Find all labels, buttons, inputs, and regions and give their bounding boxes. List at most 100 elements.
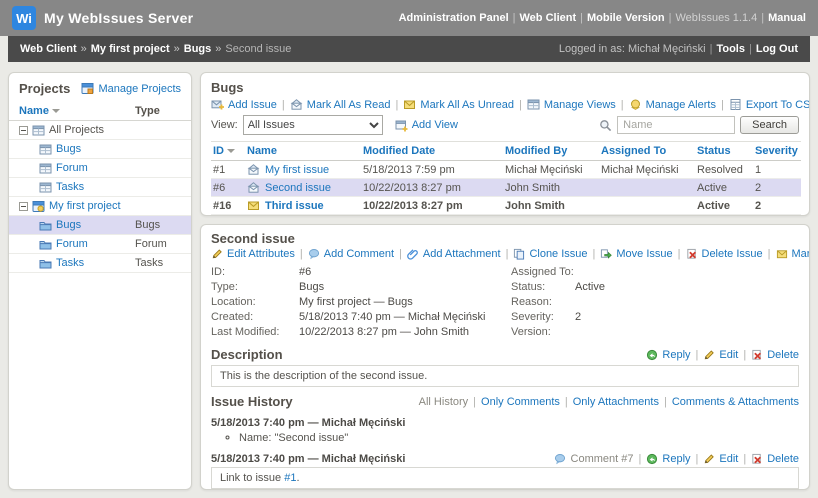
view-icon [39,162,52,175]
attr-label: ID: [211,265,299,280]
reply-button[interactable]: Reply [646,453,690,465]
add-issue-button[interactable]: Add Issue [211,98,277,111]
history-entry: 5/18/2013 7:40 pm — Michał Męciński Name… [201,411,809,445]
nav-mobile-version[interactable]: Mobile Version [587,12,665,24]
tree-item-global-tasks[interactable]: Tasks [9,178,191,197]
mark-read-icon [290,98,303,111]
issue-toolbar: Edit Attributes| Add Comment| Add Attach… [201,246,809,262]
col-modified-date[interactable]: Modified Date [361,142,503,161]
views-root-icon [32,124,45,137]
read-issue-icon [247,181,260,194]
crumb-project[interactable]: My first project [91,43,170,55]
history-entry-header: 5/18/2013 7:40 pm — Michał Męciński [211,453,405,465]
history-entry: 5/18/2013 7:40 pm — Michał Męciński Comm… [201,447,809,489]
folder-icon [39,257,52,270]
sort-desc-icon [227,149,235,153]
manage-projects-link[interactable]: Manage Projects [81,82,181,95]
manage-views-button[interactable]: Manage Views [527,98,616,111]
issue-row-unread[interactable]: #16 Third issue 10/22/2013 8:27 pm John … [211,197,801,215]
comment-text: Link to issue #1. [211,467,799,489]
mark-all-read-button[interactable]: Mark All As Read [290,98,391,111]
attr-value: 5/18/2013 7:40 pm — Michał Męciński [299,310,485,325]
bugs-list-panel: Bugs Add Issue| Mark All As Read| Mark A… [200,72,810,216]
mark-all-unread-button[interactable]: Mark All As Unread [403,98,514,111]
tree-item-my-first-project[interactable]: My first project [9,197,191,216]
attr-label: Last Modified: [211,325,299,340]
reply-button[interactable]: Reply [646,349,690,361]
delete-button[interactable]: Delete [751,349,799,361]
clone-issue-button[interactable]: Clone Issue [513,248,587,260]
issue-link[interactable]: Second issue [265,182,331,194]
col-assigned-to[interactable]: Assigned To [599,142,695,161]
mark-unread-icon [403,98,416,111]
export-csv-button[interactable]: Export To CSV [729,98,810,111]
delete-issue-button[interactable]: Delete Issue [686,248,763,260]
logout-link[interactable]: Log Out [756,43,798,55]
search-box: Search [599,116,799,134]
issue-row-selected[interactable]: #6 Second issue 10/22/2013 8:27 pm John … [211,179,801,197]
tree-item-project-bugs[interactable]: Bugs Bugs [9,216,191,235]
issue-ref-link[interactable]: #1 [284,472,296,484]
add-comment-button[interactable]: Add Comment [308,248,394,260]
nav-manual[interactable]: Manual [768,12,806,24]
col-status[interactable]: Status [695,142,753,161]
tree-item-global-bugs[interactable]: Bugs [9,140,191,159]
tree-item-all-projects[interactable]: All Projects [9,121,191,140]
tree-item-project-forum[interactable]: Forum Forum [9,235,191,254]
collapse-icon[interactable] [19,202,28,211]
comment-label: Comment #7 [554,453,634,465]
col-modified-by[interactable]: Modified By [503,142,599,161]
tree-item-global-forum[interactable]: Forum [9,159,191,178]
edit-attributes-button[interactable]: Edit Attributes [211,248,295,260]
read-issue-icon [247,163,260,176]
delete-button[interactable]: Delete [751,453,799,465]
filter-comments-attachments[interactable]: Comments & Attachments [672,396,799,408]
webissues-logo: Wi [12,6,36,30]
manage-alerts-icon [629,98,642,111]
col-id[interactable]: ID [211,142,245,161]
search-button[interactable]: Search [740,116,799,134]
view-select[interactable]: All Issues [243,115,383,135]
view-filter-row: View: All Issues Add View Search [201,113,809,141]
filter-only-attachments[interactable]: Only Attachments [573,396,659,408]
move-issue-icon [600,248,612,260]
issue-link[interactable]: Third issue [265,200,324,212]
folder-icon [39,219,52,232]
col-name[interactable]: Name [245,142,361,161]
nav-web-client[interactable]: Web Client [520,12,577,24]
column-header-type[interactable]: Type [135,105,181,117]
search-input[interactable] [617,116,735,134]
filter-all-history: All History [419,396,469,408]
session-info: Logged in as: Michał Męciński|Tools|Log … [559,43,798,55]
attr-label: Type: [211,280,299,295]
manage-alerts-button[interactable]: Manage Alerts [629,98,716,111]
attr-value: 10/22/2013 8:27 pm — John Smith [299,325,469,340]
filter-only-comments[interactable]: Only Comments [481,396,560,408]
move-issue-button[interactable]: Move Issue [600,248,672,260]
crumb-web-client[interactable]: Web Client [20,43,77,55]
breadcrumb: Web Client»My first project»Bugs»Second … [20,43,291,55]
nav-administration-panel[interactable]: Administration Panel [399,12,509,24]
export-csv-icon [729,98,742,111]
add-view-button[interactable]: Add View [395,119,458,132]
column-header-name[interactable]: Name [19,105,135,117]
tree-item-project-tasks[interactable]: Tasks Tasks [9,254,191,273]
issue-history-heading: Issue History [211,394,293,409]
col-severity[interactable]: Severity [753,142,801,161]
attr-label: Status: [511,280,575,295]
issue-link[interactable]: My first issue [265,164,329,176]
tools-link[interactable]: Tools [716,43,745,55]
issue-row[interactable]: #1 My first issue 5/18/2013 7:59 pm Mich… [211,161,801,179]
mark-as-unread-button[interactable]: Mark As Unread [776,248,810,260]
edit-button[interactable]: Edit [703,349,738,361]
crumb-folder[interactable]: Bugs [184,43,212,55]
collapse-icon[interactable] [19,126,28,135]
issue-attributes: ID:#6 Type:Bugs Location:My first projec… [201,262,809,340]
history-filters: All History|Only Comments|Only Attachmen… [419,396,799,408]
clone-issue-icon [513,248,525,260]
folder-icon [39,238,52,251]
mark-as-unread-icon [776,248,788,260]
comment-icon [554,453,566,465]
add-attachment-button[interactable]: Add Attachment [407,248,501,260]
edit-button[interactable]: Edit [703,453,738,465]
